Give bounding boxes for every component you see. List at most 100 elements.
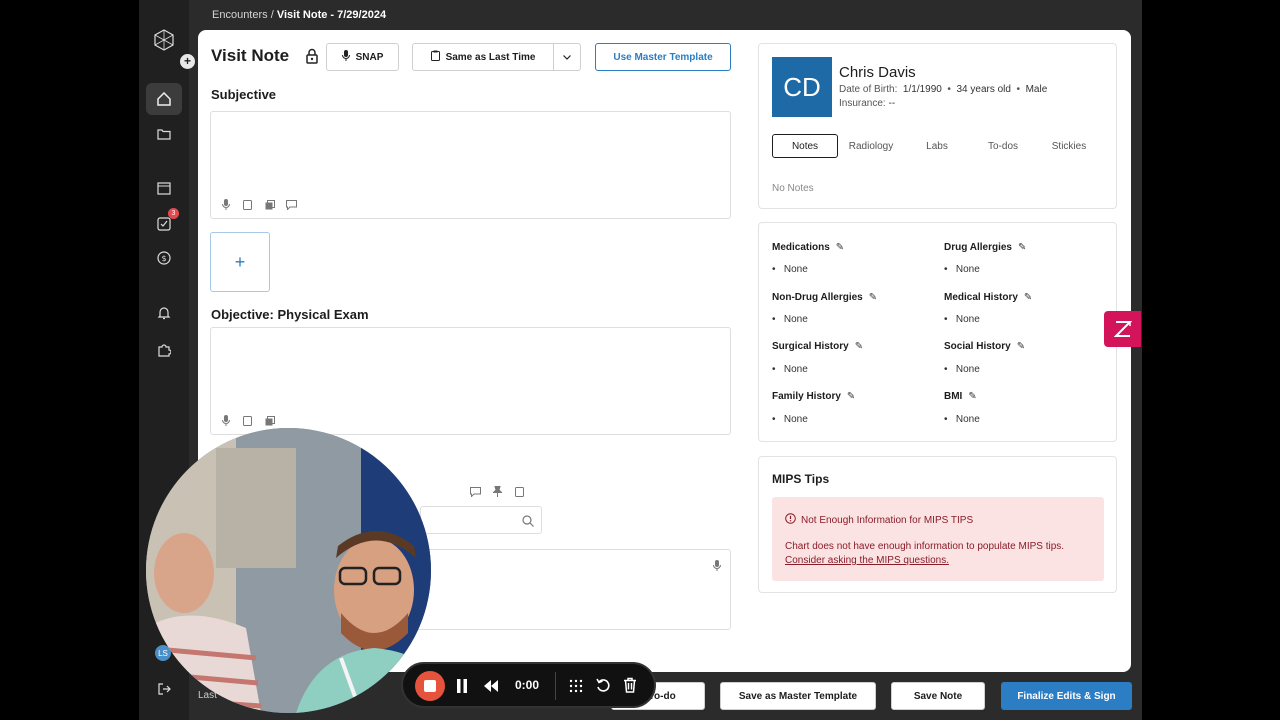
mips-alert-title: Not Enough Information for MIPS TIPS	[801, 514, 974, 526]
tab-labs[interactable]: Labs	[904, 134, 970, 158]
bmi-value: • None	[944, 414, 980, 425]
logout-icon[interactable]	[152, 677, 176, 701]
clipboard-icon[interactable]	[514, 486, 525, 497]
warning-icon	[785, 513, 796, 527]
microphone-icon	[341, 50, 350, 64]
page-title: Visit Note	[211, 46, 290, 65]
save-master-template-button[interactable]: Save as Master Template	[720, 682, 876, 710]
mips-card: MIPS Tips Not Enough Information for MIP…	[758, 456, 1117, 593]
comment-icon[interactable]	[286, 199, 297, 210]
medical-history-header: Medical History ✎	[944, 292, 1032, 303]
same-as-last-dropdown[interactable]	[553, 43, 581, 71]
medical-history-value: • None	[944, 314, 980, 325]
copy-icon[interactable]	[264, 415, 275, 426]
finalize-sign-button[interactable]: Finalize Edits & Sign	[1001, 682, 1132, 710]
clipboard-icon[interactable]	[242, 415, 253, 426]
tab-notes[interactable]: Notes	[772, 134, 838, 158]
patient-demographics: Date of Birth: 1/1/1990 • 34 years old •…	[839, 84, 1048, 95]
trash-icon[interactable]	[623, 677, 637, 698]
add-section-button[interactable]: +	[210, 232, 270, 292]
social-history-label: Social History	[944, 341, 1011, 352]
medical-history-none: None	[955, 314, 980, 325]
breadcrumb-parent[interactable]: Encounters	[212, 9, 268, 21]
edit-pencil-icon[interactable]: ✎	[1018, 242, 1026, 253]
calendar-icon[interactable]	[152, 176, 176, 200]
mips-alert-header: Not Enough Information for MIPS TIPS	[785, 513, 973, 527]
save-note-button[interactable]: Save Note	[891, 682, 985, 710]
zendesk-logo-icon[interactable]	[1104, 311, 1141, 347]
puzzle-icon[interactable]	[152, 338, 176, 362]
recording-timer: 0:00	[515, 678, 540, 692]
microphone-icon[interactable]	[713, 558, 721, 576]
use-master-template-button[interactable]: Use Master Template	[595, 43, 731, 71]
objective-editor[interactable]	[210, 327, 731, 435]
edit-pencil-icon[interactable]: ✎	[869, 292, 877, 303]
edit-pencil-icon[interactable]: ✎	[968, 391, 976, 402]
edit-pencil-icon[interactable]: ✎	[836, 242, 844, 253]
todo-icon[interactable]: 3	[152, 208, 179, 236]
billing-icon[interactable]: $	[152, 246, 176, 270]
folder-icon[interactable]	[152, 122, 176, 146]
drug-allergies-header: Drug Allergies ✎	[944, 242, 1026, 253]
tab-radiology[interactable]: Radiology	[838, 134, 904, 158]
family-history-header: Family History ✎	[772, 391, 855, 402]
mips-alert-body: Chart does not have enough information t…	[785, 541, 1065, 552]
comment-icon[interactable]	[470, 486, 481, 497]
tab-todos[interactable]: To-dos	[970, 134, 1036, 158]
insurance-value: --	[888, 98, 896, 109]
recording-toolbar: 0:00	[401, 662, 656, 708]
edit-pencil-icon[interactable]: ✎	[847, 391, 855, 402]
lock-icon[interactable]	[305, 48, 319, 64]
stop-icon	[424, 680, 436, 692]
patient-avatar: CD	[772, 57, 832, 117]
subjective-tools	[220, 199, 297, 210]
webcam-overlay	[146, 428, 431, 713]
non-drug-allergies-label: Non-Drug Allergies	[772, 292, 863, 303]
microphone-icon[interactable]	[220, 199, 231, 210]
mips-questions-link[interactable]: Consider asking the MIPS questions.	[785, 555, 949, 566]
bmi-label: BMI	[944, 391, 963, 402]
bmi-none: None	[955, 414, 980, 425]
edit-pencil-icon[interactable]: ✎	[1024, 292, 1032, 303]
drug-allergies-label: Drug Allergies	[944, 242, 1012, 253]
app-logo-icon[interactable]	[152, 28, 176, 52]
svg-text:$: $	[161, 254, 166, 263]
microphone-icon[interactable]	[220, 415, 231, 426]
pause-icon[interactable]	[455, 678, 469, 699]
clipboard-icon[interactable]	[242, 199, 253, 210]
breadcrumb-separator: /	[267, 9, 277, 21]
social-history-header: Social History ✎	[944, 341, 1025, 352]
toolbar-divider	[555, 672, 556, 700]
patient-card: CD Chris Davis Date of Birth: 1/1/1990 •…	[758, 43, 1117, 209]
surgical-history-header: Surgical History ✎	[772, 341, 863, 352]
stop-recording-button[interactable]	[415, 671, 445, 701]
breadcrumb-current: Visit Note - 7/29/2024	[276, 9, 387, 21]
snap-button[interactable]: SNAP	[326, 43, 399, 71]
grid-icon[interactable]	[569, 679, 583, 698]
add-button[interactable]: +	[180, 54, 195, 69]
pin-icon[interactable]	[492, 486, 503, 497]
medications-header: Medications ✎	[772, 242, 844, 253]
bell-icon[interactable]	[152, 301, 176, 325]
copy-icon[interactable]	[264, 199, 275, 210]
surgical-history-none: None	[783, 364, 808, 375]
mips-title: MIPS Tips	[772, 472, 830, 486]
restart-icon[interactable]	[596, 678, 610, 698]
surgical-history-value: • None	[772, 364, 808, 375]
non-drug-allergies-none: None	[783, 314, 808, 325]
family-history-none: None	[783, 414, 808, 425]
edit-pencil-icon[interactable]: ✎	[855, 341, 863, 352]
drug-allergies-none: None	[955, 264, 980, 275]
insurance-label: Insurance:	[839, 98, 886, 109]
edit-pencil-icon[interactable]: ✎	[1017, 341, 1025, 352]
search-input[interactable]	[420, 506, 542, 534]
same-as-last-button[interactable]: Same as Last Time	[412, 43, 554, 71]
rewind-icon[interactable]	[483, 679, 499, 698]
medications-label: Medications	[772, 242, 830, 253]
subjective-title: Subjective	[211, 87, 277, 102]
family-history-value: • None	[772, 414, 808, 425]
subjective-editor[interactable]	[210, 111, 731, 219]
home-icon[interactable]	[146, 83, 182, 115]
tab-stickies[interactable]: Stickies	[1036, 134, 1102, 158]
history-card: Medications ✎ • None Drug Allergies ✎ • No…	[758, 222, 1117, 442]
